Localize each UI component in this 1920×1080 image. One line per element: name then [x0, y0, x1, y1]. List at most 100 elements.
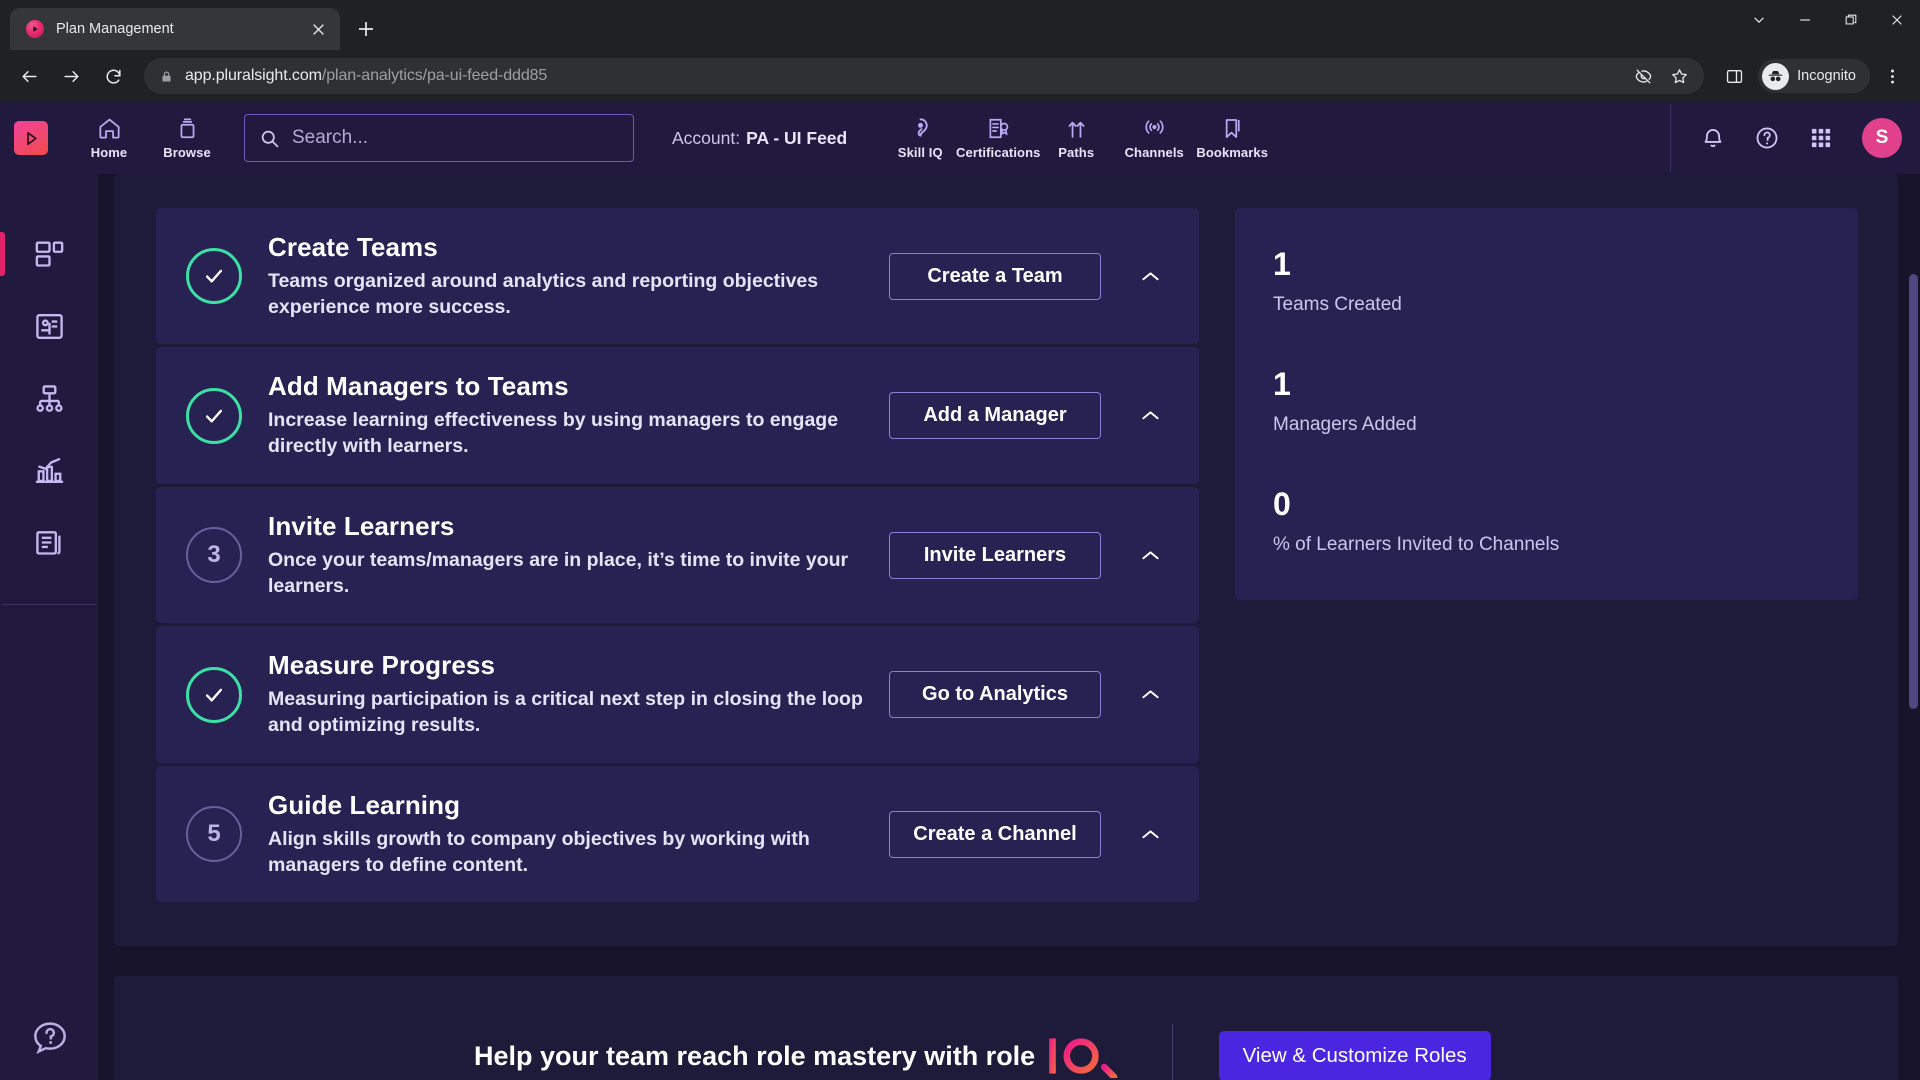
- nav-item-paths[interactable]: Paths: [1037, 116, 1115, 160]
- pluralsight-top-nav: Home Browse Account:PA - UI Feed Skill I…: [0, 102, 1920, 174]
- account-label: Account:: [672, 127, 741, 148]
- close-icon[interactable]: [306, 17, 330, 41]
- chevron-up-icon[interactable]: [1127, 828, 1173, 841]
- sidebar-item-dashboard[interactable]: [0, 218, 98, 290]
- checklist-card[interactable]: Add Managers to Teams Increase learning …: [156, 347, 1199, 484]
- page-scrollbar[interactable]: [1906, 174, 1920, 1080]
- checklist-description: Increase learning effectiveness by using…: [268, 409, 839, 458]
- omnibox-actions: [1628, 61, 1694, 91]
- eye-off-icon[interactable]: [1628, 61, 1658, 91]
- nav-item-certifications[interactable]: Certifications: [956, 116, 1041, 160]
- nav-label-certifications: Certifications: [956, 145, 1041, 160]
- checklist-card[interactable]: 5 Guide Learning Align skills growth to …: [156, 765, 1199, 903]
- chevron-down-icon[interactable]: [1736, 0, 1782, 40]
- create-a-team-button[interactable]: Create a Team: [889, 252, 1101, 300]
- avatar-initial: S: [1875, 127, 1889, 148]
- create-a-channel-button[interactable]: Create a Channel: [889, 810, 1101, 858]
- onboarding-checklist: Create Teams Teams organized around anal…: [156, 208, 1199, 903]
- pluralsight-favicon: [26, 20, 44, 38]
- nav-item-skill-iq[interactable]: Skill IQ: [881, 116, 959, 160]
- stat-managers-added: 1 Managers Added: [1273, 368, 1858, 436]
- sidebar-item-org-hierarchy[interactable]: [0, 362, 98, 434]
- address-bar[interactable]: app.pluralsight.com/plan-analytics/pa-ui…: [144, 58, 1705, 94]
- notifications-bell-icon[interactable]: [1700, 125, 1726, 151]
- incognito-indicator[interactable]: Incognito: [1758, 59, 1870, 93]
- nav-label-skill-iq: Skill IQ: [897, 145, 943, 160]
- sidebar-item-reports[interactable]: [0, 506, 98, 578]
- go-to-analytics-button[interactable]: Go to Analytics: [889, 671, 1101, 719]
- nav-item-home[interactable]: Home: [70, 116, 148, 160]
- forward-arrow-icon[interactable]: [52, 57, 90, 95]
- help-circle-icon[interactable]: [1754, 125, 1780, 151]
- scrollbar-thumb[interactable]: [1909, 274, 1918, 709]
- sidebar-divider: [2, 604, 96, 605]
- account-value: PA - UI Feed: [746, 127, 848, 148]
- new-tab-button[interactable]: [350, 13, 382, 45]
- stats-panel: 1 Teams Created 1 Managers Added 0 % of …: [1235, 208, 1858, 600]
- stat-label: Teams Created: [1273, 294, 1402, 315]
- role-iq-banner: Help your team reach role mastery with r…: [114, 976, 1898, 1080]
- checklist-text: Measure Progress Measuring participation…: [268, 650, 863, 738]
- checklist-description: Once your teams/managers are in place, i…: [268, 548, 849, 597]
- step-number-badge: 3: [186, 527, 242, 584]
- restore-icon[interactable]: [1828, 0, 1874, 40]
- app-body: Create Teams Teams organized around anal…: [0, 174, 1920, 1080]
- checklist-text: Invite Learners Once your teams/managers…: [268, 511, 863, 599]
- incognito-icon: [1762, 62, 1790, 90]
- stat-value: 0: [1273, 486, 1291, 522]
- main-content: Create Teams Teams organized around anal…: [98, 174, 1920, 1080]
- url-text: app.pluralsight.com/plan-analytics/pa-ui…: [185, 67, 1628, 85]
- stat-learners-invited: 0 % of Learners Invited to Channels: [1273, 488, 1858, 556]
- pluralsight-logo[interactable]: [14, 121, 48, 155]
- nav-item-bookmarks[interactable]: Bookmarks: [1193, 116, 1271, 160]
- checklist-title: Guide Learning: [268, 789, 461, 820]
- checklist-card[interactable]: Create Teams Teams organized around anal…: [156, 208, 1199, 345]
- url-path: /plan-analytics/pa-ui-feed-ddd85: [321, 67, 548, 84]
- account-indicator[interactable]: Account: PA - UI Feed: [672, 128, 847, 149]
- app-grid-icon[interactable]: [1808, 125, 1834, 151]
- browser-toolbar: app.pluralsight.com/plan-analytics/pa-ui…: [0, 50, 1920, 102]
- reload-icon[interactable]: [94, 57, 132, 95]
- url-domain: app.pluralsight.com: [185, 67, 322, 84]
- close-icon[interactable]: [1874, 0, 1920, 40]
- check-complete-icon: [186, 387, 242, 444]
- browser-tab-strip: Plan Management: [0, 0, 1920, 50]
- check-complete-icon: [186, 666, 242, 723]
- three-dot-menu-icon[interactable]: [1874, 58, 1910, 94]
- back-arrow-icon[interactable]: [10, 57, 48, 95]
- nav-item-browse[interactable]: Browse: [148, 116, 226, 160]
- avatar[interactable]: S: [1862, 118, 1902, 158]
- search-input[interactable]: [292, 127, 619, 149]
- add-a-manager-button[interactable]: Add a Manager: [889, 392, 1101, 440]
- stat-teams-created: 1 Teams Created: [1273, 248, 1858, 316]
- invite-learners-button[interactable]: Invite Learners: [889, 531, 1101, 579]
- sidebar-item-analytics[interactable]: [0, 434, 98, 506]
- stat-label: Managers Added: [1273, 414, 1417, 435]
- window-controls: [1736, 0, 1920, 50]
- chevron-up-icon[interactable]: [1127, 409, 1173, 422]
- chevron-up-icon[interactable]: [1127, 270, 1173, 283]
- banner-headline-text: Help your team reach role mastery with r…: [474, 1040, 1036, 1071]
- view-customize-roles-button[interactable]: View & Customize Roles: [1218, 1031, 1491, 1080]
- role-iq-logo: [1047, 1034, 1118, 1078]
- checklist-title: Measure Progress: [268, 650, 496, 681]
- step-number-badge: 5: [186, 806, 242, 863]
- stat-label: % of Learners Invited to Channels: [1273, 534, 1560, 555]
- nav-item-channels[interactable]: Channels: [1115, 116, 1193, 160]
- onboarding-panel: Create Teams Teams organized around anal…: [114, 174, 1898, 946]
- browser-tab[interactable]: Plan Management: [10, 8, 340, 50]
- checklist-card[interactable]: Measure Progress Measuring participation…: [156, 626, 1199, 763]
- checklist-description: Teams organized around analytics and rep…: [268, 270, 819, 318]
- checklist-card[interactable]: 3 Invite Learners Once your teams/manage…: [156, 486, 1199, 624]
- help-chat-icon[interactable]: [30, 1018, 70, 1058]
- checklist-title: Add Managers to Teams: [268, 371, 569, 402]
- chevron-up-icon[interactable]: [1127, 688, 1173, 701]
- search-box[interactable]: [244, 114, 634, 162]
- chevron-up-icon[interactable]: [1127, 549, 1173, 562]
- lock-icon: [160, 70, 173, 83]
- sidebar-item-teams[interactable]: [0, 290, 98, 362]
- star-icon[interactable]: [1664, 61, 1694, 91]
- minimize-icon[interactable]: [1782, 0, 1828, 40]
- nav-label-paths: Paths: [1058, 145, 1095, 160]
- side-panel-icon[interactable]: [1716, 58, 1752, 94]
